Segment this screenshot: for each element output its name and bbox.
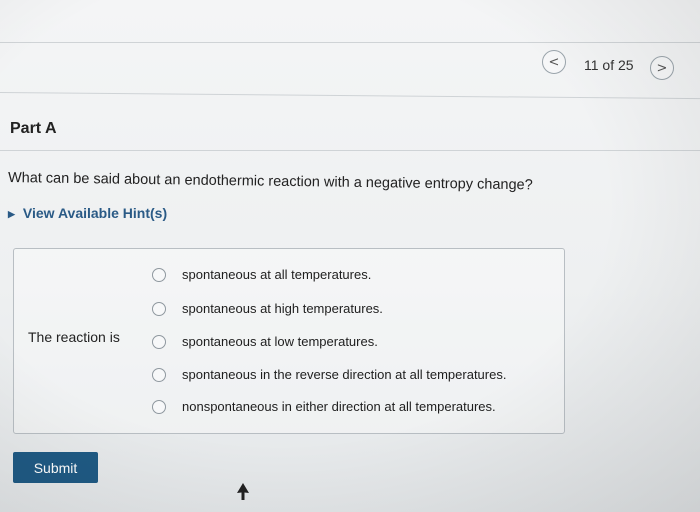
caret-right-icon: ▶ bbox=[8, 208, 15, 219]
option-row[interactable]: spontaneous at low temperatures. bbox=[152, 334, 378, 349]
previous-question-button[interactable]: < bbox=[542, 50, 566, 74]
submit-button[interactable]: Submit bbox=[13, 452, 98, 483]
view-hints-link[interactable]: ▶ View Available Hint(s) bbox=[8, 205, 167, 221]
part-divider bbox=[0, 150, 700, 151]
next-question-button[interactable]: > bbox=[650, 56, 674, 80]
radio-button[interactable] bbox=[152, 267, 166, 282]
answer-stem: The reaction is bbox=[28, 329, 120, 345]
option-row[interactable]: nonspontaneous in either direction at al… bbox=[152, 399, 496, 414]
radio-button[interactable] bbox=[152, 399, 166, 414]
chevron-right-icon: > bbox=[656, 60, 668, 76]
mouse-cursor-icon bbox=[237, 483, 249, 500]
option-label: spontaneous at low temperatures. bbox=[182, 334, 378, 349]
option-label: spontaneous in the reverse direction at … bbox=[182, 367, 507, 382]
radio-button[interactable] bbox=[152, 334, 166, 349]
hint-label: View Available Hint(s) bbox=[22, 205, 168, 221]
option-row[interactable]: spontaneous at all temperatures. bbox=[152, 267, 371, 282]
option-row[interactable]: spontaneous at high temperatures. bbox=[152, 301, 383, 316]
option-row[interactable]: spontaneous in the reverse direction at … bbox=[152, 367, 506, 382]
chevron-left-icon: < bbox=[548, 54, 560, 70]
part-title: Part A bbox=[10, 120, 57, 137]
question-counter: 11 of 25 bbox=[584, 57, 634, 73]
radio-button[interactable] bbox=[152, 301, 166, 316]
question-text: What can be said about an endothermic re… bbox=[7, 170, 533, 194]
option-label: spontaneous at high temperatures. bbox=[182, 301, 383, 316]
option-label: spontaneous at all temperatures. bbox=[182, 267, 372, 282]
radio-button[interactable] bbox=[152, 367, 166, 382]
option-label: nonspontaneous in either direction at al… bbox=[182, 399, 496, 414]
header-divider bbox=[0, 92, 700, 100]
top-divider bbox=[0, 42, 700, 43]
